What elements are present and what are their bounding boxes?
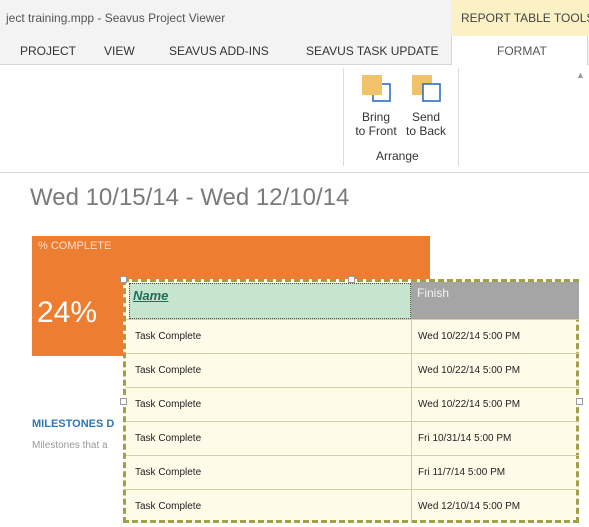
ribbon-panel <box>0 65 589 173</box>
column-header-finish[interactable]: Finish <box>411 282 579 319</box>
task-name-cell: Task Complete <box>135 467 202 478</box>
resize-handle-middle-right[interactable] <box>576 398 583 405</box>
milestones-title[interactable]: MILESTONES D <box>32 418 114 430</box>
send-to-back-label-line1: Send <box>411 110 441 124</box>
tab-seavus-task-update[interactable]: SEAVUS TASK UPDATE <box>306 44 438 58</box>
resize-handle-middle-left[interactable] <box>120 398 127 405</box>
column-header-name[interactable]: Name <box>129 283 411 319</box>
finish-date-cell: Wed 10/22/14 5:00 PM <box>418 331 521 342</box>
arrange-group-label: Arrange <box>376 149 419 163</box>
task-name-cell: Task Complete <box>135 399 202 410</box>
task-name-cell: Task Complete <box>135 501 202 512</box>
ribbon-group-separator <box>458 68 459 166</box>
tab-format-label: FORMAT <box>497 44 547 58</box>
resize-handle-top-left[interactable] <box>120 276 127 283</box>
ribbon-collapse-icon[interactable]: ▲ <box>576 70 585 80</box>
resize-handle-top-middle[interactable] <box>348 276 355 283</box>
finish-date-cell: Fri 11/7/14 5:00 PM <box>418 467 506 478</box>
ribbon-group-separator <box>343 68 344 166</box>
bring-to-front-icon <box>362 75 391 102</box>
send-to-back-button[interactable]: Send to Back <box>404 72 448 142</box>
tab-view[interactable]: VIEW <box>104 44 135 58</box>
task-name-cell: Task Complete <box>135 365 202 376</box>
context-tab-group-label: REPORT TABLE TOOLS <box>461 11 589 25</box>
column-header-finish-label: Finish <box>417 286 450 300</box>
task-name-cell: Task Complete <box>135 331 202 342</box>
finish-date-cell: Wed 10/22/14 5:00 PM <box>418 365 521 376</box>
finish-date-cell: Wed 10/22/14 5:00 PM <box>418 399 521 410</box>
table-row[interactable]: Task Complete Wed 10/22/14 5:00 PM <box>126 353 579 387</box>
send-to-back-label-line2: to Back <box>405 124 447 138</box>
tab-project[interactable]: PROJECT <box>20 44 76 58</box>
finish-date-cell: Fri 10/31/14 5:00 PM <box>418 433 512 444</box>
table-row[interactable]: Task Complete Fri 11/7/14 5:00 PM <box>126 455 579 489</box>
milestone-report-table[interactable]: Name Finish Task Complete Wed 10/22/14 5… <box>123 279 579 523</box>
window-title: ject training.mpp - Seavus Project Viewe… <box>6 11 226 25</box>
percent-complete-label: % COMPLETE <box>38 240 112 252</box>
table-row[interactable]: Task Complete Wed 10/22/14 5:00 PM <box>126 319 579 353</box>
milestones-description: Milestones that a <box>32 440 108 451</box>
tab-seavus-add-ins[interactable]: SEAVUS ADD-INS <box>169 44 269 58</box>
table-row[interactable]: Task Complete Fri 10/31/14 5:00 PM <box>126 421 579 455</box>
column-header-name-label: Name <box>133 288 169 303</box>
bring-to-front-label-line1: Bring <box>361 110 390 124</box>
table-row[interactable]: Task Complete Wed 10/22/14 5:00 PM <box>126 387 579 421</box>
bring-to-front-label-line2: to Front <box>355 124 397 138</box>
bring-to-front-button[interactable]: Bring to Front <box>354 72 398 142</box>
percent-complete-value: 24% <box>37 296 98 329</box>
task-name-cell: Task Complete <box>135 433 202 444</box>
tab-format[interactable]: FORMAT <box>451 36 588 65</box>
finish-date-cell: Wed 12/10/14 5:00 PM <box>418 501 521 512</box>
report-table-tools-header: REPORT TABLE TOOLS <box>451 0 589 37</box>
table-row[interactable]: Task Complete Wed 12/10/14 5:00 PM <box>126 489 579 523</box>
report-date-range: Wed 10/15/14 - Wed 12/10/14 <box>30 184 350 211</box>
send-to-back-icon <box>412 75 441 102</box>
